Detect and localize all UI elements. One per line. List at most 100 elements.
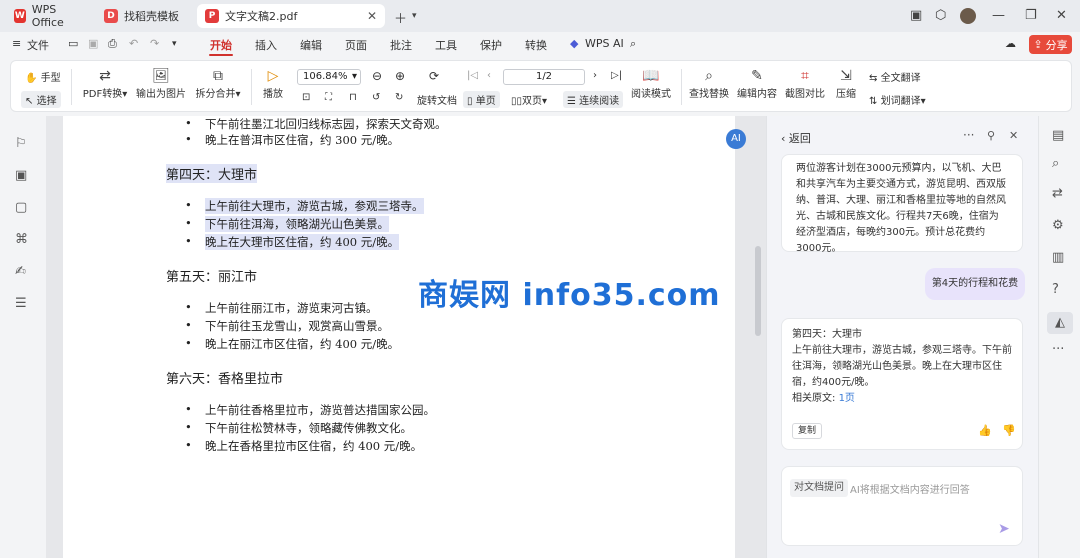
menu-wps-ai[interactable]: WPS AI <box>585 37 624 50</box>
answer-card: 第四天：大理市 上午前往大理市，游览古城，参观三塔寺。下午前往洱海，领略湖光山色… <box>781 318 1023 450</box>
actual-size-icon[interactable]: ⊡ <box>302 92 310 103</box>
ask-document-chip[interactable]: 对文档提问 <box>790 479 848 497</box>
close-icon[interactable]: ✕ <box>367 9 377 23</box>
print-icon[interactable]: ⎙ <box>108 37 117 51</box>
chevron-down-icon: ▾ <box>351 71 357 82</box>
first-page-icon[interactable]: |◁ <box>467 70 478 81</box>
edit-content-button[interactable]: ✎ 编辑内容 <box>735 67 779 100</box>
compress-icon: ⇲ <box>840 68 852 84</box>
window-close-icon[interactable]: ✕ <box>1056 8 1067 23</box>
menu-comment[interactable]: 批注 <box>390 37 412 53</box>
screenshot-compare-button[interactable]: ⌗ 截图对比 <box>783 67 827 100</box>
prev-page-icon[interactable]: ‹ <box>487 70 491 81</box>
zoom-in-icon[interactable]: ⊕ <box>395 69 405 83</box>
continuous-read-button[interactable]: ☰ 连续阅读 <box>563 91 624 108</box>
window-layout-icon[interactable]: ▣ <box>910 8 922 23</box>
menu-tools[interactable]: 工具 <box>435 37 457 53</box>
avatar[interactable] <box>960 8 976 24</box>
minimize-icon[interactable]: — <box>992 8 1005 23</box>
thumbnail-icon[interactable]: ▣ <box>15 168 27 183</box>
find-replace-button[interactable]: ⌕ 查找替换 <box>687 67 731 100</box>
attachment-icon[interactable]: ⌘ <box>15 232 28 247</box>
page-number-input[interactable]: 1/2 <box>503 69 585 85</box>
pdf-convert-button[interactable]: ⇄ PDF转换▾ <box>79 67 131 100</box>
list-item: 下午前往洱海，领略湖光山色美景。 <box>185 216 389 232</box>
menu-convert[interactable]: 转换 <box>525 37 547 53</box>
share-button[interactable]: ⇪ 分享 <box>1029 35 1072 54</box>
tab-wps-office[interactable]: W WPS Office <box>6 3 90 29</box>
zoom-input[interactable]: 106.84% ▾ <box>297 69 361 85</box>
search-icon[interactable]: ⌕ <box>1052 156 1059 171</box>
full-translate-button[interactable]: ⇆ 全文翻译 <box>869 69 921 84</box>
list-item: 晚上在丽江市区住宿，约 400 元/晚。 <box>185 336 399 352</box>
chevron-left-icon: ‹ <box>781 132 786 145</box>
question-placeholder: AI将根据文档内容进行回答 <box>850 485 970 496</box>
thumbs-down-icon[interactable]: 👎 <box>1002 423 1016 439</box>
compress-button[interactable]: ⇲ 压缩 <box>831 67 861 100</box>
menu-file[interactable]: 文件 <box>27 37 49 53</box>
rotate-left-icon[interactable]: ↺ <box>372 92 380 103</box>
new-tab-icon[interactable]: ＋ <box>394 8 407 27</box>
folder-icon[interactable]: ▭ <box>68 37 78 50</box>
redo-icon[interactable]: ↷ <box>150 37 159 50</box>
tab-label: WPS Office <box>31 3 64 29</box>
close-icon[interactable]: ✕ <box>1009 129 1018 142</box>
double-page-button[interactable]: ▯▯双页▾ <box>511 92 547 107</box>
ai-assistant-icon[interactable]: AI <box>726 129 746 149</box>
copy-button[interactable]: 复制 <box>792 423 822 439</box>
question-input-box[interactable]: 对文档提问 AI将根据文档内容进行回答 ➤ <box>781 466 1023 546</box>
more-icon[interactable]: ··· <box>963 128 974 142</box>
menu-insert[interactable]: 插入 <box>255 37 277 53</box>
export-image-button[interactable]: 🖼 输出为图片 <box>133 67 189 100</box>
rotate-right-icon[interactable]: ↻ <box>395 92 403 103</box>
menu-edit[interactable]: 编辑 <box>300 37 322 53</box>
document-icon[interactable]: ▤ <box>1052 128 1064 143</box>
zoom-out-icon[interactable]: ⊖ <box>372 69 382 83</box>
read-mode-button[interactable]: 📖 阅读模式 <box>629 67 673 100</box>
section-heading: 第五天：丽江市 <box>166 270 258 285</box>
send-icon[interactable]: ➤ <box>998 521 1010 537</box>
menu-start[interactable]: 开始 <box>210 37 232 53</box>
next-page-icon[interactable]: › <box>593 70 597 81</box>
more-icon[interactable]: ··· <box>1052 342 1064 357</box>
split-merge-button[interactable]: ⧉ 拆分合并▾ <box>191 67 245 100</box>
thumbs-up-icon[interactable]: 👍 <box>978 423 992 439</box>
reference-link[interactable]: 1页 <box>839 393 855 404</box>
maximize-icon[interactable]: ❐ <box>1025 8 1037 23</box>
signature-icon[interactable]: ✍ <box>15 264 26 279</box>
menu-page[interactable]: 页面 <box>345 37 367 53</box>
tab-pdf-document[interactable]: P 文字文稿2.pdf ✕ <box>197 4 385 28</box>
chevron-down-icon[interactable]: ▾ <box>172 39 177 49</box>
cube-icon[interactable]: ⬡ <box>935 8 946 23</box>
document-viewport[interactable]: 下午前往墨江北回归线标志园，探索天文奇观。 晚上在普洱市区住宿，约 300 元/… <box>46 116 766 558</box>
cloud-sync-icon[interactable]: ☁ <box>1005 37 1016 50</box>
layers-icon[interactable]: ☰ <box>15 296 27 311</box>
last-page-icon[interactable]: ▷| <box>611 70 622 81</box>
comment-icon[interactable]: ▢ <box>15 200 27 215</box>
scrollbar[interactable] <box>755 246 761 336</box>
fit-width-icon[interactable]: ⊓ <box>349 92 357 103</box>
library-icon[interactable]: ▥ <box>1052 250 1064 265</box>
chevron-down-icon[interactable]: ▾ <box>412 11 417 21</box>
bookmark-icon[interactable]: ⚐ <box>15 136 27 151</box>
menu-protect[interactable]: 保护 <box>480 37 502 53</box>
save-icon[interactable]: ▣ <box>88 37 98 50</box>
select-tool[interactable]: ↖ 选择 <box>21 91 61 108</box>
help-icon[interactable]: ? <box>1052 282 1059 297</box>
sync-icon[interactable]: ⇄ <box>1052 186 1063 201</box>
tab-docer[interactable]: D 找稻壳模板 <box>96 4 194 28</box>
search-icon[interactable]: ⌕ <box>630 37 636 51</box>
settings-sliders-icon[interactable]: ⚙ <box>1052 218 1064 233</box>
back-button[interactable]: ‹ 返回 <box>781 130 811 146</box>
single-page-button[interactable]: ▯ 单页 <box>463 91 500 108</box>
play-button[interactable]: ▷ 播放 <box>259 67 287 100</box>
word-translate-button[interactable]: ⇅ 划词翻译▾ <box>869 92 926 107</box>
ai-tool-icon[interactable]: ◭ <box>1047 312 1073 334</box>
pin-icon[interactable]: ⚲ <box>987 129 995 142</box>
undo-icon[interactable]: ↶ <box>129 37 138 50</box>
rotate-document-button[interactable]: 旋转文档 <box>417 92 457 107</box>
hand-tool[interactable]: ✋ 手型 <box>25 69 61 84</box>
rotate-page-icon[interactable]: ⟳ <box>429 69 439 83</box>
fit-page-icon[interactable]: ⛶ <box>325 92 332 103</box>
hamburger-icon[interactable]: ≡ <box>12 37 21 50</box>
